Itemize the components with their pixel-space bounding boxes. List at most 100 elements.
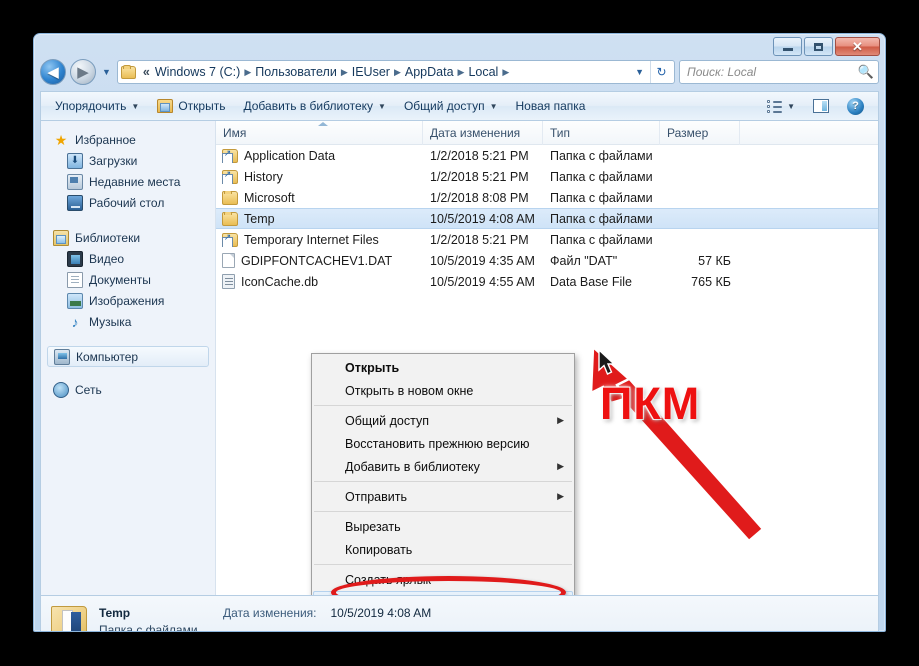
video-icon (67, 250, 83, 267)
menu-item-send-to[interactable]: Отправить ▶ (312, 485, 574, 508)
sidebar-item-network[interactable]: Сеть (41, 379, 215, 400)
table-row[interactable]: GDIPFONTCACHEV1.DAT 10/5/2019 4:35 AM Фа… (216, 250, 878, 271)
menu-item-share[interactable]: Общий доступ ▶ (312, 409, 574, 432)
sidebar-item-favorites[interactable]: ★ Избранное (41, 129, 215, 150)
annotation-label-pkm: ПКМ (600, 378, 701, 429)
breadcrumb-item-appdata[interactable]: AppData (402, 65, 457, 79)
breadcrumb-separator-icon: ▶ (244, 66, 252, 77)
file-date: 10/5/2019 4:08 AM (430, 211, 535, 226)
file-name: Microsoft (244, 190, 295, 205)
menu-separator (314, 481, 572, 482)
back-arrow-icon: ◀ (47, 64, 59, 81)
menu-separator (314, 405, 572, 406)
breadcrumb-item-drive[interactable]: Windows 7 (C:) (152, 65, 243, 79)
sidebar-item-video[interactable]: Видео (41, 248, 215, 269)
chevron-down-icon: ▼ (378, 101, 386, 111)
libraries-group: Библиотеки Видео Документы Изображения ♪… (41, 227, 215, 332)
close-icon: ✕ (852, 38, 863, 54)
sidebar-item-music[interactable]: ♪ Музыка (41, 311, 215, 332)
close-button[interactable]: ✕ (835, 37, 880, 56)
file-name-cell: Microsoft (222, 190, 423, 205)
junction-folder-icon (222, 148, 238, 163)
file-size: 765 КБ (691, 274, 731, 289)
column-header-size[interactable]: Размер (660, 121, 740, 145)
submenu-arrow-icon: ▶ (557, 461, 564, 471)
search-input[interactable]: Поиск: Local (687, 65, 858, 79)
recent-locations-button[interactable]: ▼ (100, 67, 113, 77)
sidebar-label: Библиотеки (75, 230, 141, 245)
star-icon: ★ (54, 131, 68, 148)
refresh-button[interactable]: ↻ (650, 61, 672, 83)
menu-item-add-to-library[interactable]: Добавить в библиотеку ▶ (312, 455, 574, 478)
forward-button[interactable]: ▶ (70, 59, 96, 85)
table-row[interactable]: IconCache.db 10/5/2019 4:55 AM Data Base… (216, 271, 878, 292)
details-line-secondary: Папка с файлами (99, 623, 431, 632)
search-box[interactable]: Поиск: Local 🔍 (679, 60, 879, 84)
chevron-down-icon: ▼ (131, 101, 140, 111)
open-button[interactable]: Открыть (149, 96, 233, 116)
desktop-icon (67, 194, 83, 211)
table-row[interactable]: Microsoft 1/2/2018 8:08 PM Папка с файла… (216, 187, 878, 208)
open-label: Открыть (178, 99, 226, 113)
breadcrumb-item-users[interactable]: Пользователи (252, 65, 340, 79)
table-row[interactable]: Temporary Internet Files 1/2/2018 5:21 P… (216, 229, 878, 250)
file-type: Папка с файлами (550, 211, 653, 226)
change-view-button[interactable]: ▼ (759, 97, 803, 116)
breadcrumb-overflow[interactable]: « (140, 65, 152, 79)
menu-item-label: Добавить в библиотеку (345, 459, 480, 474)
file-name: Application Data (244, 148, 336, 163)
details-type: Папка с файлами (99, 623, 198, 632)
share-button[interactable]: Общий доступ ▼ (396, 96, 506, 116)
details-line-primary: Temp Дата изменения: 10/5/2019 4:08 AM (99, 606, 431, 620)
sidebar-label: Музыка (89, 314, 132, 329)
maximize-button[interactable] (804, 37, 833, 56)
menu-item-cut[interactable]: Вырезать (312, 515, 574, 538)
new-folder-label: Новая папка (515, 99, 586, 113)
menu-item-open[interactable]: Открыть (312, 356, 574, 379)
sidebar-label: Недавние места (89, 174, 181, 189)
menu-item-open-new-window[interactable]: Открыть в новом окне (312, 379, 574, 402)
back-button[interactable]: ◀ (40, 59, 66, 85)
recent-places-icon (67, 173, 83, 190)
sidebar-label: Сеть (75, 382, 102, 397)
sidebar-item-downloads[interactable]: Загрузки (41, 150, 215, 171)
breadcrumb-separator-icon: ▶ (457, 66, 465, 77)
content-area: ★ Избранное Загрузки Недавние места Рабо… (40, 120, 879, 596)
column-header-type[interactable]: Тип (543, 121, 660, 145)
minimize-button[interactable] (773, 37, 802, 56)
breadcrumb-item-ieuser[interactable]: IEUser (349, 65, 393, 79)
address-dropdown-icon[interactable]: ▼ (631, 67, 650, 77)
sidebar-item-pictures[interactable]: Изображения (41, 290, 215, 311)
sidebar-item-documents[interactable]: Документы (41, 269, 215, 290)
sidebar-item-libraries[interactable]: Библиотеки (41, 227, 215, 248)
organize-button[interactable]: Упорядочить ▼ (47, 96, 147, 116)
column-header-date[interactable]: Дата изменения (423, 121, 543, 145)
breadcrumb-separator-icon: ▶ (393, 66, 401, 77)
menu-item-label: Отправить (345, 489, 407, 504)
menu-item-delete[interactable]: Удалить (313, 591, 573, 595)
menu-item-create-shortcut[interactable]: Создать ярлык (312, 568, 574, 591)
sidebar-item-computer[interactable]: Компьютер (47, 346, 209, 367)
sidebar-label: Компьютер (76, 349, 139, 364)
new-folder-button[interactable]: Новая папка (507, 96, 593, 116)
sidebar-item-desktop[interactable]: Рабочий стол (41, 192, 215, 213)
table-row[interactable]: Application Data 1/2/2018 5:21 PM Папка … (216, 145, 878, 166)
address-bar[interactable]: « Windows 7 (C:) ▶ Пользователи ▶ IEUser… (116, 60, 675, 84)
details-date-value: 10/5/2019 4:08 AM (330, 606, 432, 620)
window-controls: ✕ (773, 37, 880, 56)
navigation-pane: ★ Избранное Загрузки Недавние места Рабо… (41, 121, 216, 595)
help-button[interactable]: ? (839, 95, 872, 118)
table-row-selected[interactable]: Temp 10/5/2019 4:08 AM Папка с файлами (216, 208, 878, 229)
menu-item-copy[interactable]: Копировать (312, 538, 574, 561)
add-to-library-button[interactable]: Добавить в библиотеку ▼ (235, 96, 393, 116)
breadcrumb-item-local[interactable]: Local (465, 65, 501, 79)
preview-pane-button[interactable] (805, 96, 837, 116)
file-name-cell: GDIPFONTCACHEV1.DAT (222, 253, 423, 268)
menu-item-restore-previous-version[interactable]: Восстановить прежнюю версию (312, 432, 574, 455)
sidebar-label: Документы (89, 272, 151, 287)
table-row[interactable]: History 1/2/2018 5:21 PM Папка с файлами (216, 166, 878, 187)
sidebar-item-recent-places[interactable]: Недавние места (41, 171, 215, 192)
music-icon: ♪ (71, 313, 79, 330)
